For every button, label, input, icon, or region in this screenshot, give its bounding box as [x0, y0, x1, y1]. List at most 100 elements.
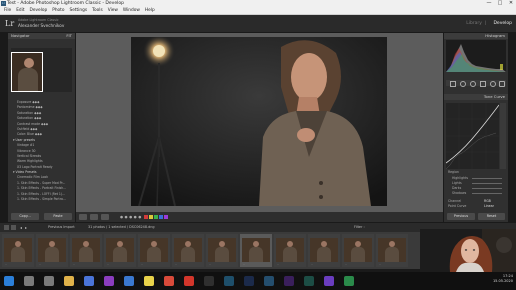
filter-label: Filter : — [354, 225, 365, 229]
color-label-green[interactable] — [154, 215, 158, 219]
task-view-icon[interactable] — [44, 276, 54, 286]
filmstrip-thumbnail[interactable]: ·· — [104, 234, 136, 267]
identity-user-name: Alexander Svechnikov — [18, 23, 65, 28]
previous-button[interactable]: Previous — [447, 213, 475, 220]
channel-select[interactable]: RGB — [484, 199, 491, 203]
thumbnail-coat — [18, 68, 38, 91]
point-curve-select[interactable]: Linear — [484, 204, 494, 208]
color-label-red[interactable] — [144, 215, 148, 219]
spot-removal-icon[interactable] — [460, 81, 466, 87]
menu-photo[interactable]: Photo — [52, 8, 64, 13]
maximize-button[interactable]: □ — [495, 0, 505, 7]
webcam-presenter — [420, 229, 516, 272]
media-icon[interactable] — [204, 276, 214, 286]
color-label-blue[interactable] — [159, 215, 163, 219]
forward-arrow-icon[interactable]: ▸ — [25, 223, 27, 232]
filmstrip-thumbnail[interactable]: ·· — [172, 234, 204, 267]
start-icon[interactable] — [4, 276, 14, 286]
copy-button[interactable]: Copy... — [11, 213, 39, 220]
thumbnail-stars: ·· — [277, 262, 279, 266]
grid-view-icon[interactable] — [4, 225, 9, 230]
highlights-slider[interactable] — [472, 178, 502, 179]
yandex-icon[interactable] — [144, 276, 154, 286]
vpn-icon[interactable] — [344, 276, 354, 286]
taskbar-clock[interactable]: 17:24 15.05.2020 — [493, 274, 513, 284]
menu-tools[interactable]: Tools — [92, 8, 103, 13]
module-library[interactable]: Library — [466, 21, 482, 26]
minimize-button[interactable]: — — [484, 0, 494, 7]
color-label-yellow[interactable] — [149, 215, 153, 219]
app-icon[interactable] — [324, 276, 334, 286]
color-label-purple[interactable] — [164, 215, 168, 219]
menu-file[interactable]: File — [4, 8, 11, 13]
back-arrow-icon[interactable]: ◂ — [20, 223, 22, 232]
premiere-icon[interactable] — [284, 276, 294, 286]
darks-slider[interactable] — [472, 188, 502, 189]
menu-window[interactable]: Window — [123, 8, 140, 13]
loupe-view-button[interactable] — [79, 214, 87, 220]
crop-tool-icon[interactable] — [450, 81, 456, 87]
thumbnail-face — [24, 58, 34, 68]
tone-curve-header[interactable]: Tone Curve — [444, 94, 508, 100]
module-separator: | — [484, 21, 487, 26]
preset-item[interactable]: 1. Skin Effects - Simple Portra... — [8, 197, 75, 202]
menu-help[interactable]: Help — [145, 8, 155, 13]
navigator-header[interactable]: Navigator FIT — [8, 33, 75, 39]
lightroom-classic-icon[interactable] — [264, 276, 274, 286]
filmstrip-thumbnail[interactable]: ·· — [206, 234, 238, 267]
thumbnail-stars: ·· — [345, 262, 347, 266]
navigator-thumbnail[interactable] — [11, 52, 43, 92]
filmstrip-thumbnail[interactable]: ·· — [36, 234, 68, 267]
red-eye-icon[interactable] — [470, 81, 476, 87]
navigator-zoom[interactable]: FIT — [66, 33, 72, 39]
reset-button[interactable]: Reset — [478, 213, 505, 220]
explorer-icon[interactable] — [64, 276, 74, 286]
point-curve-label: Point Curve — [448, 204, 467, 208]
tone-curve-graph[interactable] — [445, 103, 500, 170]
filmstrip-thumbnail[interactable]: ·· — [342, 234, 374, 267]
module-develop[interactable]: Develop — [493, 21, 512, 26]
opera-icon[interactable] — [184, 276, 194, 286]
search-icon[interactable] — [24, 276, 34, 286]
thumbnail-stars: ·· — [379, 262, 381, 266]
lightroom-icon[interactable] — [224, 276, 234, 286]
shadows-slider[interactable] — [472, 193, 502, 194]
region-label: Region — [448, 170, 459, 174]
audition-icon[interactable] — [304, 276, 314, 286]
second-window-icon[interactable] — [11, 225, 16, 230]
close-button[interactable]: ✕ — [506, 0, 516, 7]
filmstrip-thumbnail[interactable]: ·· — [138, 234, 170, 267]
filmstrip-thumbnail[interactable]: ·· — [308, 234, 340, 267]
browser-icon[interactable] — [164, 276, 174, 286]
filmstrip-source[interactable]: Previous Import — [48, 223, 75, 232]
shadows-slider-label: Shadows — [452, 191, 467, 195]
histogram-header[interactable]: Histogram — [444, 33, 508, 39]
graduated-filter-icon[interactable] — [480, 81, 486, 87]
star-rating[interactable]: ●●●●● — [120, 215, 143, 219]
thumbnail-stars: ·· — [73, 262, 75, 266]
preset-item[interactable]: 1. Skin Effects - Portrait Finish... — [8, 186, 75, 191]
before-after-button[interactable] — [90, 214, 98, 220]
develop-toolbar: ●●●●● — [76, 212, 443, 222]
menu-edit[interactable]: Edit — [16, 8, 24, 13]
radial-filter-icon[interactable] — [490, 81, 496, 87]
menu-develop[interactable]: Develop — [30, 8, 48, 13]
mail-icon[interactable] — [124, 276, 134, 286]
brush-tool-icon[interactable] — [499, 81, 505, 87]
lights-slider[interactable] — [472, 183, 502, 184]
histogram-graph — [446, 44, 506, 72]
filmstrip-thumbnail[interactable]: ·· — [376, 234, 408, 267]
histogram[interactable] — [446, 40, 506, 72]
photoshop-icon[interactable] — [244, 276, 254, 286]
onenote-icon[interactable] — [104, 276, 114, 286]
compare-button[interactable] — [101, 214, 109, 220]
menu-settings[interactable]: Settings — [70, 8, 88, 13]
main-photo[interactable] — [131, 37, 387, 206]
filmstrip-thumbnail[interactable]: ·· — [70, 234, 102, 267]
store-icon[interactable] — [84, 276, 94, 286]
menu-view[interactable]: View — [108, 8, 118, 13]
filmstrip-thumbnail[interactable]: ·· — [274, 234, 306, 267]
paste-button[interactable]: Paste — [44, 213, 72, 220]
filmstrip-thumbnail-selected[interactable]: ·· — [240, 234, 272, 267]
filmstrip-thumbnail[interactable]: ·· — [2, 234, 34, 267]
